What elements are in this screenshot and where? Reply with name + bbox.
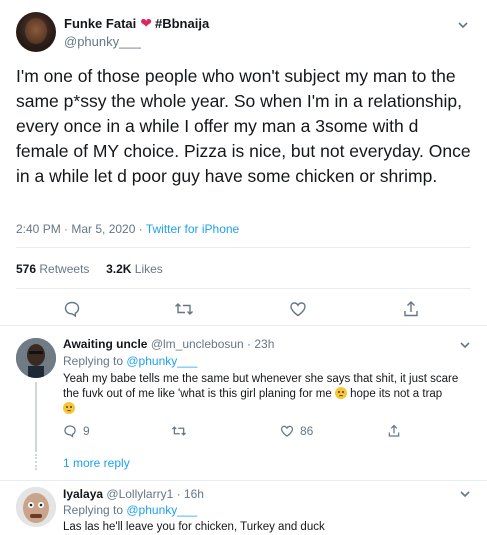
reply-text: Yeah my babe tells me the same but whene…: [63, 372, 471, 417]
reply-share-action[interactable]: [387, 424, 401, 438]
retweet-icon[interactable]: [170, 295, 198, 323]
replying-to-label: Replying to: [63, 354, 127, 368]
reply-author[interactable]: Iyalaya @Lollylarry1 · 16h: [63, 487, 204, 501]
reply-actions: 9 86: [63, 424, 463, 444]
more-replies-link[interactable]: 1 more reply: [63, 456, 130, 470]
like-icon: [280, 425, 294, 437]
hashtag[interactable]: #Bbnaija: [155, 16, 209, 31]
tweet-actions: [0, 295, 487, 323]
worried-face-emoji-icon: [334, 387, 347, 399]
reply-text: Las las he'll leave you for chicken, Tur…: [63, 521, 325, 533]
like-icon[interactable]: [284, 295, 312, 323]
tweet-source-link[interactable]: Twitter for iPhone: [146, 222, 239, 236]
chevron-down-icon[interactable]: [458, 338, 472, 355]
author-name-row[interactable]: Funke Fatai ❤ #Bbnaija: [64, 15, 209, 32]
retweet-icon: [171, 426, 187, 436]
tweet-meta: 2:40 PM · Mar 5, 2020 · Twitter for iPho…: [16, 222, 239, 236]
share-icon[interactable]: [397, 295, 425, 323]
thread-line: [35, 382, 37, 452]
reply-avatar[interactable]: [16, 487, 56, 527]
reply-reply-action[interactable]: 9: [63, 424, 90, 438]
thread-dots: [35, 454, 37, 470]
reply-tweet[interactable]: Iyalaya @Lollylarry1 · 16h Replying to @…: [0, 481, 487, 533]
avatar[interactable]: [16, 12, 56, 52]
likes-count: 3.2K: [106, 262, 132, 276]
divider: [16, 288, 471, 289]
replying-to-label: Replying to: [63, 503, 127, 517]
tweet-stats: 576 Retweets 3.2K Likes: [16, 262, 163, 276]
main-tweet: Funke Fatai ❤ #Bbnaija @phunky___ I'm on…: [0, 0, 487, 326]
likes-stat[interactable]: 3.2K Likes: [106, 262, 163, 276]
retweets-label: Retweets: [39, 262, 90, 276]
reply-display-name[interactable]: Awaiting uncle: [63, 337, 147, 351]
tweet-timestamp[interactable]: 2:40 PM · Mar 5, 2020 ·: [16, 222, 146, 236]
reply-handle-time[interactable]: @lm_unclebosun · 23h: [151, 337, 275, 351]
reply-count: 9: [83, 424, 90, 438]
replying-to: Replying to @phunky___: [63, 354, 197, 368]
worried-face-emoji-icon: [63, 402, 75, 414]
reply-retweet-action[interactable]: [171, 424, 187, 438]
reply-display-name[interactable]: Iyalaya: [63, 487, 103, 501]
reply-text-part: hope its not a trap: [346, 388, 443, 400]
chevron-down-icon[interactable]: [458, 487, 472, 504]
reply-tweet[interactable]: Awaiting uncle @lm_unclebosun · 23h Repl…: [0, 326, 487, 482]
replying-to-mention[interactable]: @phunky___: [126, 503, 197, 517]
replying-to-mention[interactable]: @phunky___: [126, 354, 197, 368]
share-icon: [388, 424, 400, 437]
reply-handle-time[interactable]: @Lollylarry1 · 16h: [106, 487, 204, 501]
divider: [16, 247, 471, 248]
author-handle[interactable]: @phunky___: [64, 34, 141, 49]
retweets-count: 576: [16, 262, 37, 276]
reply-author[interactable]: Awaiting uncle @lm_unclebosun · 23h: [63, 337, 274, 351]
tweet-text: I'm one of those people who won't subjec…: [16, 66, 471, 186]
reply-avatar[interactable]: [16, 338, 56, 378]
likes-label: Likes: [134, 262, 163, 276]
reply-icon[interactable]: [58, 295, 86, 323]
chevron-down-icon[interactable]: [456, 18, 470, 35]
replying-to: Replying to @phunky___: [63, 503, 197, 517]
like-count: 86: [300, 424, 314, 438]
retweets-stat[interactable]: 576 Retweets: [16, 262, 89, 276]
heart-emoji-icon: ❤: [140, 15, 152, 31]
display-name[interactable]: Funke Fatai: [64, 16, 136, 31]
reply-like-action[interactable]: 86: [280, 424, 313, 438]
reply-icon: [64, 425, 76, 438]
